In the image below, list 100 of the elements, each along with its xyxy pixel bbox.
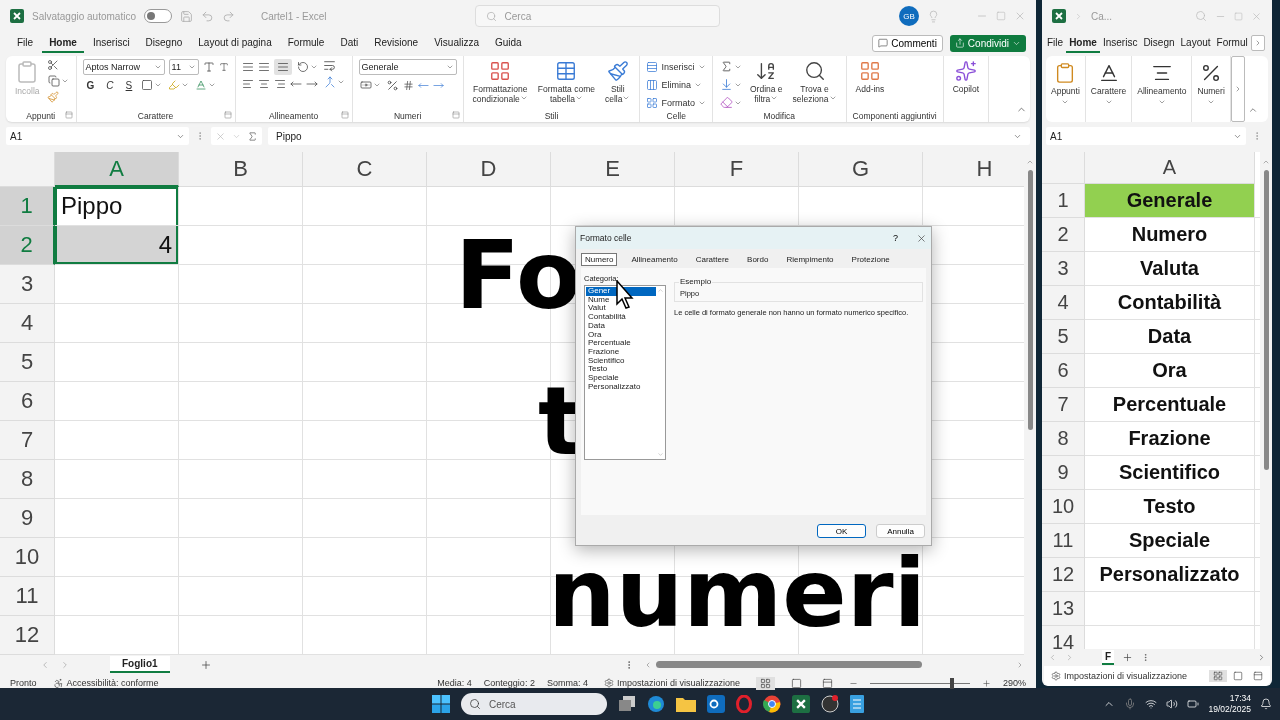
ribbon-tab[interactable]: Revisione <box>367 33 426 53</box>
close-icon[interactable] <box>916 232 927 244</box>
add-sheet-icon[interactable] <box>199 658 212 671</box>
bell-icon[interactable] <box>1260 698 1272 710</box>
share-button[interactable]: Condividi <box>949 34 1026 52</box>
vertical-scrollbar[interactable] <box>1027 170 1033 430</box>
align-right-icon[interactable] <box>273 78 286 90</box>
function-icon[interactable] <box>247 130 258 142</box>
caret-icon[interactable] <box>309 63 318 71</box>
font-style-button[interactable]: C <box>102 78 118 92</box>
row-header[interactable]: 9 <box>0 499 55 538</box>
scroll-up-icon[interactable] <box>1026 158 1034 166</box>
brush-icon[interactable] <box>46 91 59 103</box>
collapse-ribbon-icon[interactable] <box>1247 105 1258 115</box>
category-item[interactable]: Scientifico <box>586 356 656 366</box>
align-left-icon[interactable] <box>241 78 254 90</box>
category-item[interactable]: Frazione <box>586 347 656 357</box>
font-style-button[interactable]: G <box>82 78 99 92</box>
dialog-tab[interactable]: Riempimento <box>782 253 838 266</box>
caret-icon[interactable] <box>1157 98 1166 106</box>
row-header[interactable]: 14 <box>1042 626 1085 649</box>
sheet-tab[interactable]: Foglio1 <box>110 656 170 673</box>
row-header[interactable]: 12 <box>0 616 55 655</box>
ribbon-tab[interactable]: File <box>1044 33 1067 53</box>
row-header[interactable]: 3 <box>0 265 55 304</box>
category-item[interactable]: Data <box>586 321 656 331</box>
grid-icon[interactable] <box>759 677 771 689</box>
undo-icon[interactable] <box>200 9 214 23</box>
font-name-field[interactable]: Aptos Narrow <box>82 59 165 75</box>
number-format-field[interactable]: Generale <box>358 59 457 75</box>
category-item[interactable]: Percentuale <box>586 339 656 348</box>
clock-date[interactable]: 19/02/2025 <box>1208 704 1251 716</box>
caret-icon[interactable] <box>1104 98 1113 106</box>
horizontal-scrollbar[interactable] <box>656 661 922 668</box>
mail-icon[interactable] <box>707 695 725 713</box>
browser-icon[interactable] <box>647 695 665 713</box>
table-cell[interactable]: 4 <box>55 226 179 265</box>
column-header[interactable]: F <box>675 152 799 187</box>
category-item[interactable]: Ora <box>586 330 656 340</box>
copy-icon[interactable] <box>47 75 60 87</box>
ribbon-tab[interactable]: Layout di pagina <box>191 33 279 53</box>
highlighter-icon[interactable] <box>168 79 181 91</box>
dialog-tab[interactable]: Bordo <box>743 253 773 266</box>
expand-icon[interactable] <box>223 111 232 119</box>
zoom-in-icon[interactable] <box>981 678 991 688</box>
caret-icon[interactable] <box>1061 98 1070 106</box>
font-size-field[interactable]: 11 <box>168 59 199 75</box>
category-item[interactable]: Valut <box>586 304 656 314</box>
row-header[interactable]: 6 <box>1042 354 1085 388</box>
cancel-icon[interactable] <box>215 130 226 142</box>
taskbar-search-field[interactable]: Cerca <box>461 693 607 715</box>
row-header[interactable]: 10 <box>1042 490 1085 524</box>
row-header[interactable]: 8 <box>1042 422 1085 456</box>
rotate-icon[interactable] <box>296 61 309 73</box>
help-button[interactable]: ? <box>887 232 904 244</box>
category-item[interactable]: Speciale <box>586 374 656 383</box>
accessibility-icon[interactable] <box>52 677 64 689</box>
ribbon-button[interactable]: Copilot <box>949 59 983 96</box>
caret-icon[interactable] <box>153 63 162 71</box>
windows-logo-icon[interactable] <box>432 695 450 713</box>
format-grid-icon[interactable] <box>646 96 659 109</box>
table-cell[interactable]: Generale <box>1085 184 1255 218</box>
add-sheet-icon[interactable] <box>1122 652 1134 663</box>
more-tabs-button[interactable] <box>1250 35 1265 51</box>
lightbulb-icon[interactable] <box>927 9 940 23</box>
ribbon-tab[interactable]: Home <box>42 33 84 53</box>
formula-field[interactable]: Pippo <box>268 127 1030 145</box>
autosave-toggle[interactable] <box>143 9 172 23</box>
row-header[interactable]: 11 <box>0 577 55 616</box>
wrap-text-icon[interactable] <box>322 59 336 72</box>
ribbon-button[interactable]: Trova e seleziona <box>789 59 840 106</box>
dialog-button[interactable]: Annulla <box>876 524 925 538</box>
next-sheet-icon[interactable] <box>60 659 70 670</box>
dialog-button[interactable]: OK <box>817 524 866 538</box>
ribbon-tab[interactable]: Guida <box>487 33 529 53</box>
caret-icon[interactable] <box>181 81 190 89</box>
row-header[interactable]: 13 <box>1042 592 1085 626</box>
ribbon-tab[interactable]: Layout <box>1177 33 1214 53</box>
percent-icon[interactable] <box>385 78 399 92</box>
scroll-right-icon[interactable] <box>1016 660 1024 669</box>
recorder-icon[interactable] <box>821 695 839 713</box>
caret-icon[interactable] <box>1207 98 1216 106</box>
ribbon-button[interactable]: Ordina e filtra <box>747 59 786 106</box>
scroll-up-icon[interactable] <box>1262 158 1270 166</box>
row-header[interactable]: 9 <box>1042 456 1085 490</box>
avatar[interactable]: GB <box>899 6 919 26</box>
column-header[interactable]: E <box>551 152 675 187</box>
vertical-scrollbar[interactable] <box>1263 170 1269 470</box>
fill-button[interactable] <box>719 77 743 92</box>
browser-icon[interactable] <box>763 695 781 713</box>
next-sheet-icon[interactable] <box>1065 653 1074 662</box>
category-item[interactable]: Nume <box>586 295 656 305</box>
save-icon[interactable] <box>179 9 193 23</box>
redo-icon[interactable] <box>221 9 235 23</box>
row-header[interactable]: 2 <box>1042 218 1085 252</box>
grid-icon[interactable] <box>858 60 881 82</box>
caret-icon[interactable] <box>154 81 163 89</box>
column-header[interactable]: A <box>1085 152 1255 184</box>
normal-view-button[interactable] <box>755 676 775 690</box>
ribbon-tab[interactable]: Disegn <box>1140 33 1178 53</box>
